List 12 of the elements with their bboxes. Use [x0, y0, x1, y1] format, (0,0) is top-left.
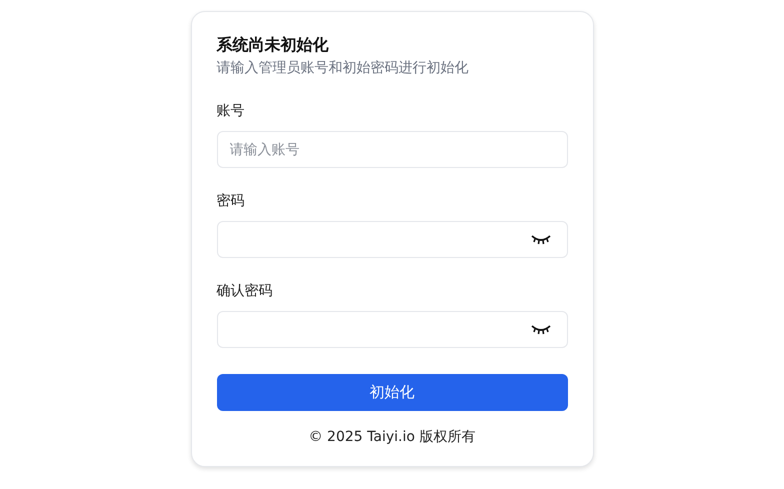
- field-label: 确认密码: [216, 282, 272, 301]
- input-field[interactable]: 请输入账号: [216, 131, 568, 168]
- field-label: 密码: [216, 192, 244, 211]
- copyright-text: © 2025 Taiyi.io 版权所有: [308, 428, 476, 446]
- password-field[interactable]: [216, 221, 568, 258]
- initialize-button[interactable]: 初始化: [216, 374, 568, 411]
- field-label: 账号: [216, 102, 244, 121]
- card-subtitle: 请输入管理员账号和初始密码进行初始化: [216, 59, 470, 78]
- password-field[interactable]: [216, 311, 568, 348]
- closed-eye-icon[interactable]: [530, 234, 550, 246]
- closed-eye-icon[interactable]: [530, 324, 550, 336]
- card-title: 系统尚未初始化: [216, 34, 330, 56]
